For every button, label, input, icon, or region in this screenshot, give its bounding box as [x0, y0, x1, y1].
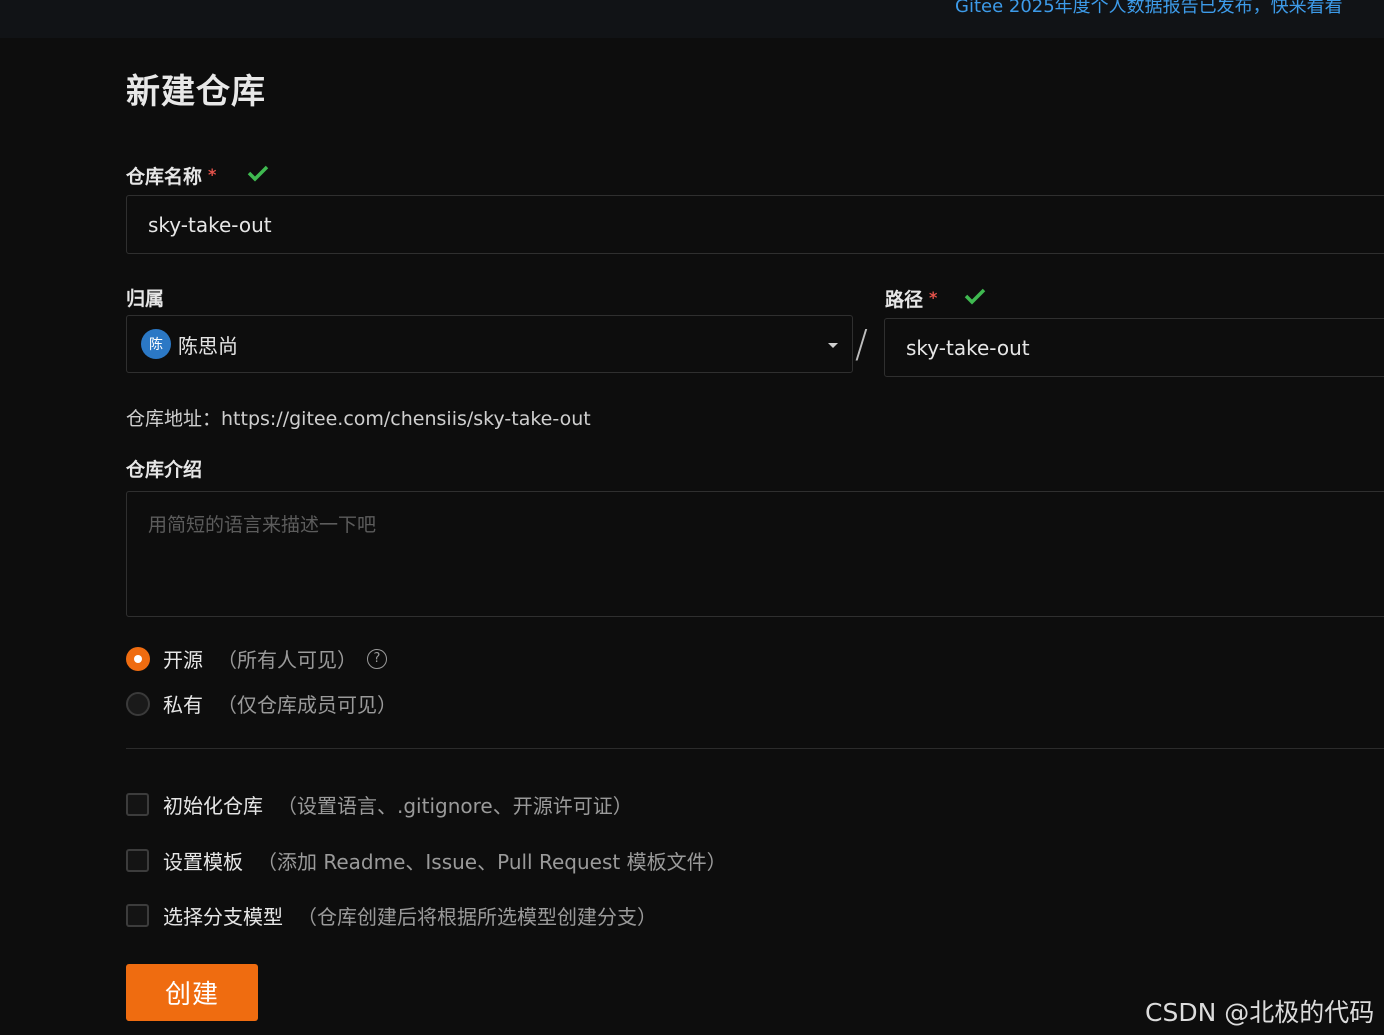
page-title: 新建仓库 — [126, 72, 266, 112]
repo-name-value: sky-take-out — [148, 212, 272, 237]
public-hint: （所有人可见） — [217, 648, 357, 672]
init-repo-label: 初始化仓库 — [163, 794, 263, 818]
branch-model-option[interactable]: 选择分支模型 （仓库创建后将根据所选模型创建分支） — [126, 901, 657, 930]
required-mark: * — [929, 288, 938, 307]
check-icon — [964, 288, 986, 305]
repo-name-label: 仓库名称 * — [126, 162, 216, 189]
template-hint: （添加 Readme、Issue、Pull Request 模板文件） — [257, 850, 727, 874]
divider — [126, 748, 1384, 749]
public-radio[interactable] — [126, 646, 150, 671]
path-label: 路径 * — [885, 285, 937, 312]
private-radio[interactable] — [126, 691, 150, 716]
repo-address: 仓库地址：https://gitee.com/chensiis/sky-take… — [126, 408, 591, 430]
visibility-public-option[interactable]: 开源 （所有人可见） ? — [126, 644, 387, 673]
watermark: CSDN @北极的代码 — [1145, 998, 1375, 1027]
description-placeholder: 用简短的语言来描述一下吧 — [148, 514, 377, 536]
avatar: 陈 — [141, 329, 171, 359]
create-button[interactable]: 创建 — [126, 964, 258, 1021]
help-icon[interactable]: ? — [367, 648, 387, 669]
template-checkbox[interactable] — [126, 849, 149, 872]
template-option[interactable]: 设置模板 （添加 Readme、Issue、Pull Request 模板文件） — [126, 846, 727, 875]
path-value: sky-take-out — [906, 335, 1030, 360]
owner-name: 陈思尚 — [178, 333, 238, 358]
owner-select[interactable]: 陈 陈思尚 — [126, 315, 853, 373]
init-repo-option[interactable]: 初始化仓库 （设置语言、.gitignore、开源许可证） — [126, 790, 633, 819]
announcement-link[interactable]: Gitee 2025年度个人数据报告已发布，快来看看 — [955, 0, 1343, 18]
path-label-text: 路径 — [885, 289, 924, 311]
visibility-private-option[interactable]: 私有 （仅仓库成员可见） — [126, 689, 397, 718]
path-input[interactable]: sky-take-out — [884, 318, 1384, 377]
branch-model-checkbox[interactable] — [126, 904, 149, 927]
chevron-down-icon — [828, 343, 838, 348]
description-label: 仓库介绍 — [126, 459, 203, 481]
description-textarea[interactable]: 用简短的语言来描述一下吧 — [126, 491, 1384, 617]
path-separator: / — [855, 322, 868, 366]
owner-label: 归属 — [126, 288, 165, 310]
private-label: 私有 — [163, 693, 203, 717]
top-nav-bar: Gitee 2025年度个人数据报告已发布，快来看看 — [0, 0, 1384, 38]
repo-name-label-text: 仓库名称 — [126, 166, 203, 188]
public-label: 开源 — [163, 648, 203, 672]
repo-name-input[interactable]: sky-take-out — [126, 195, 1384, 254]
init-repo-hint: （设置语言、.gitignore、开源许可证） — [277, 794, 633, 818]
check-icon — [247, 165, 269, 182]
branch-model-label: 选择分支模型 — [163, 905, 283, 929]
init-repo-checkbox[interactable] — [126, 793, 149, 816]
branch-model-hint: （仓库创建后将根据所选模型创建分支） — [297, 905, 657, 929]
private-hint: （仅仓库成员可见） — [217, 693, 397, 717]
template-label: 设置模板 — [163, 850, 243, 874]
required-mark: * — [208, 165, 217, 184]
